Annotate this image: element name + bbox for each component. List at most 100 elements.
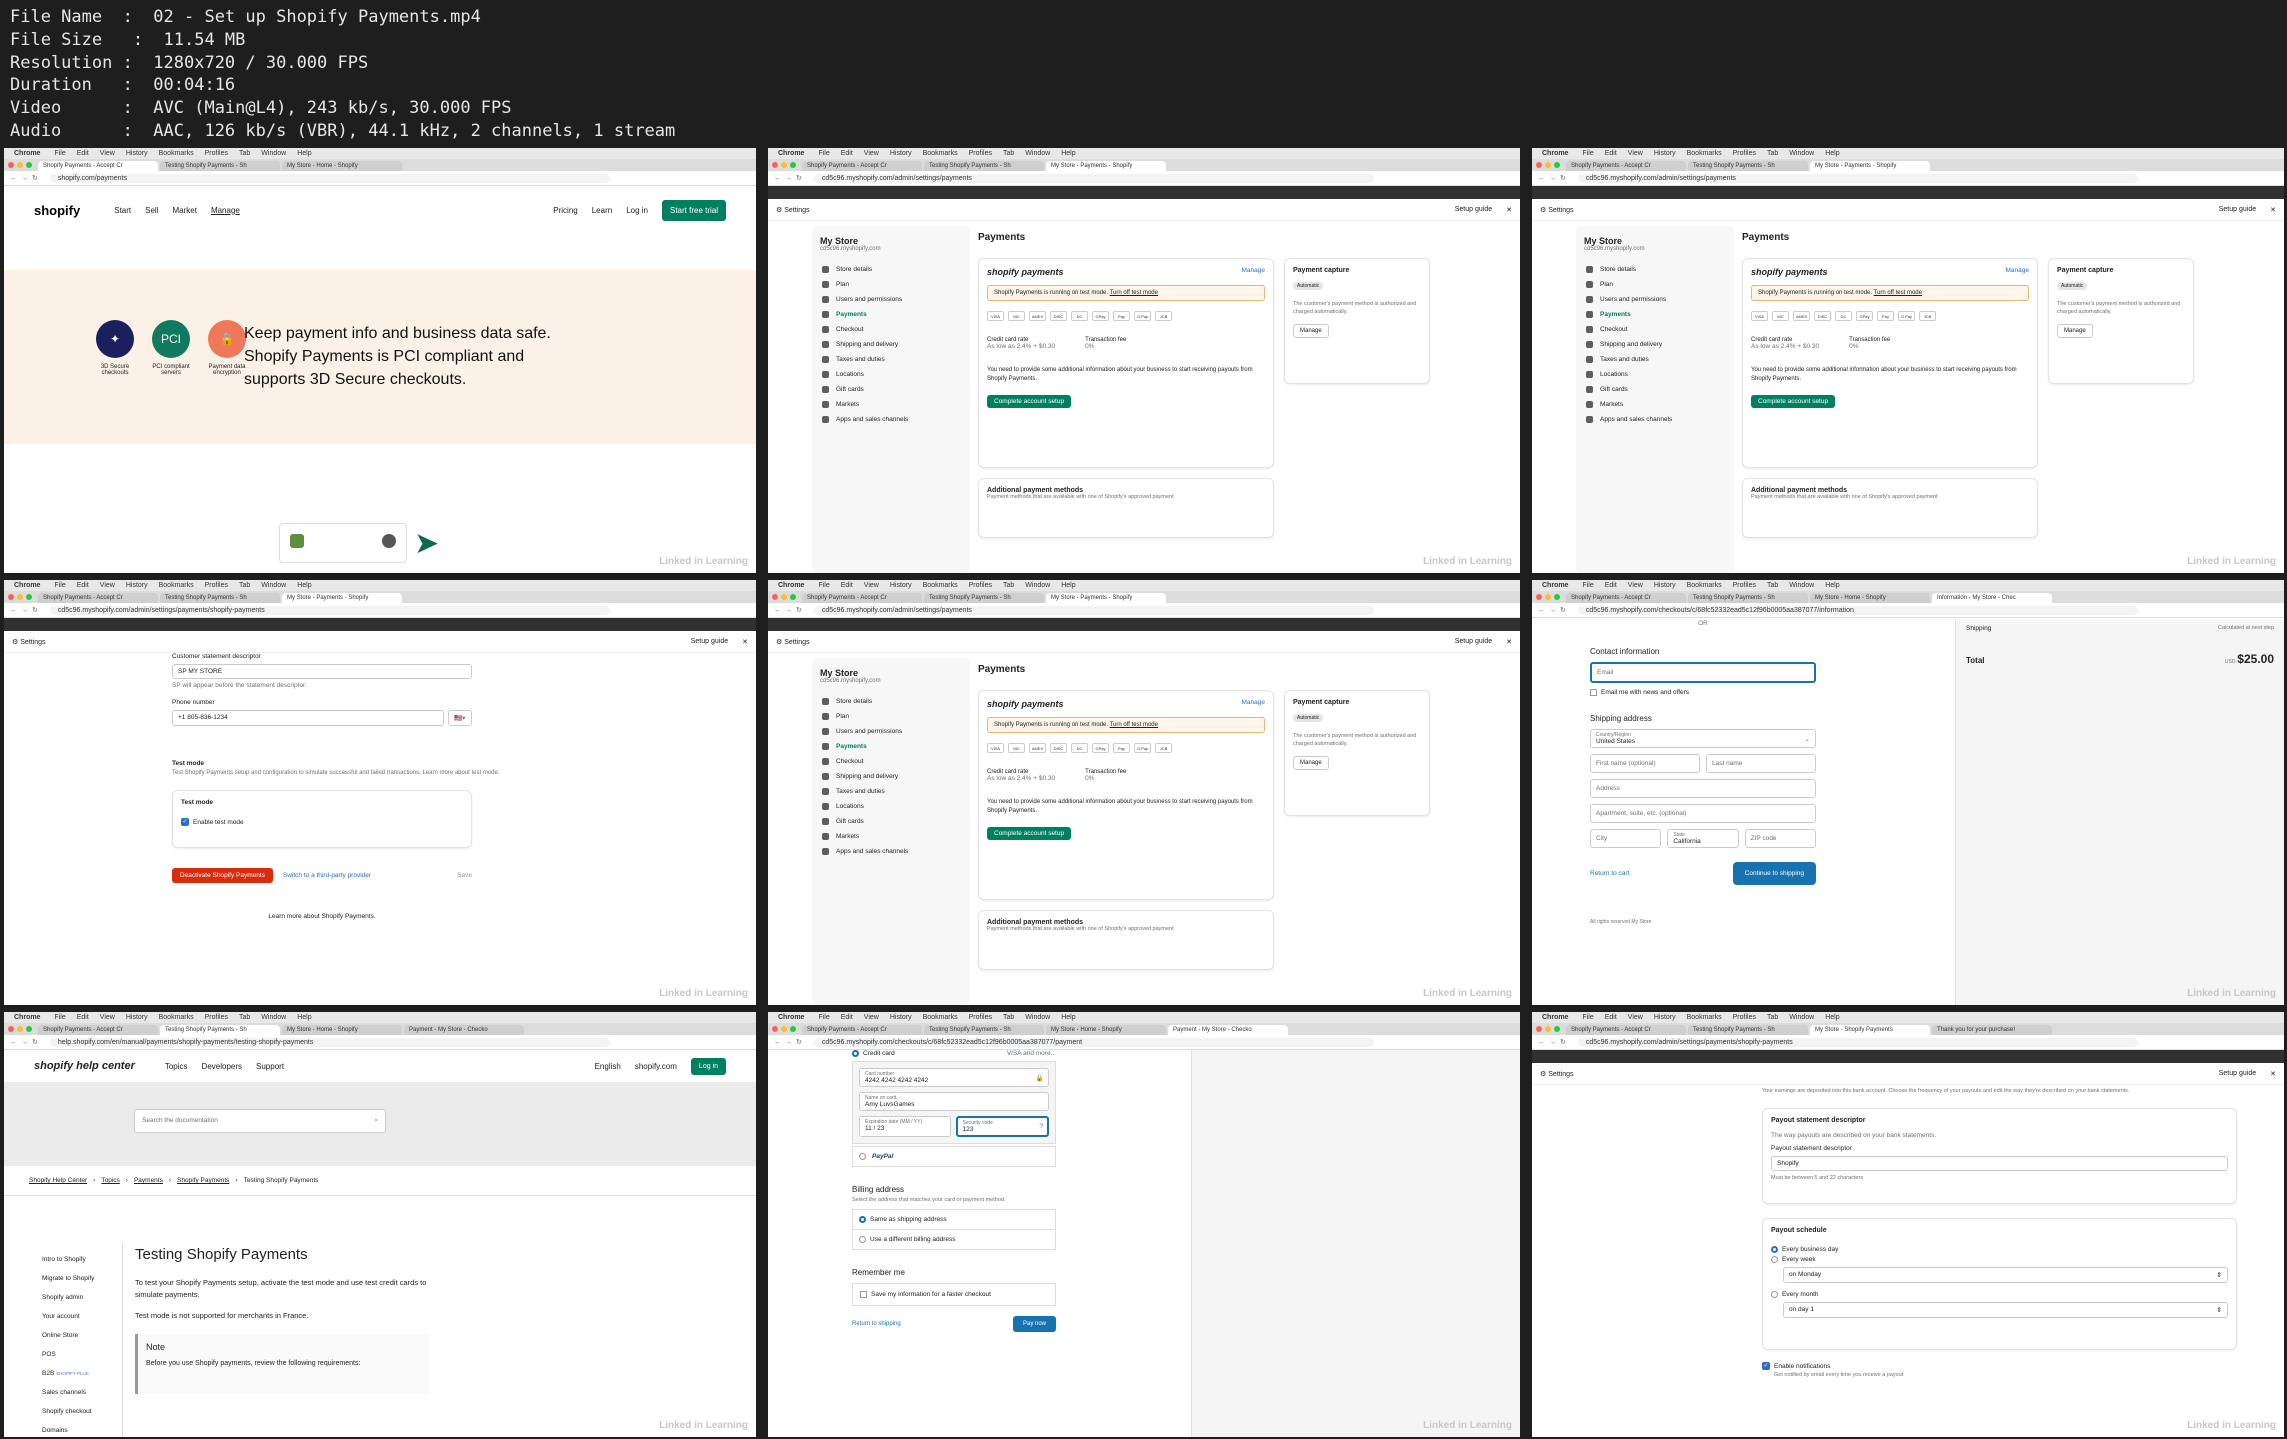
address-bar[interactable]: ←→↻ cd5c96.myshopify.com/admin/settings/p…: [768, 171, 1520, 186]
browser-tab[interactable]: Testing Shopify Payments - Sh: [160, 1025, 280, 1035]
learn-more-link[interactable]: Learn more about Shopify Payments.: [172, 913, 472, 920]
browser-tab[interactable]: Shopify Payments - Accept Cr: [802, 161, 922, 171]
sidebar-link[interactable]: POS: [42, 1345, 94, 1364]
browser-tab[interactable]: My Store - Payments - Shopify: [282, 593, 402, 603]
address-bar[interactable]: ←→↻ cd5c96.myshopify.com/admin/settings/p…: [1532, 1035, 2284, 1050]
browser-tab[interactable]: Testing Shopify Payments - Sh: [924, 1025, 1044, 1035]
language-select[interactable]: English: [595, 1062, 621, 1071]
sidebar-item[interactable]: Users and permissions: [1584, 292, 1726, 307]
first-name-field[interactable]: First name (optional): [1590, 754, 1700, 773]
flag-select-icon[interactable]: 🇺🇸▾: [448, 710, 472, 726]
shopify-logo[interactable]: shopify: [34, 203, 80, 218]
address-bar[interactable]: ←→↻ help.shopify.com/en/manual/payments/s…: [4, 1035, 756, 1050]
capture-manage-button[interactable]: Manage: [1293, 756, 1329, 770]
deactivate-button[interactable]: Deactivate Shopify Payments: [172, 868, 273, 883]
shopify-com-link[interactable]: shopify.com: [635, 1062, 677, 1071]
credit-card-radio[interactable]: Credit card VISA and more...: [852, 1050, 1056, 1057]
sidebar-item[interactable]: Taxes and duties: [820, 784, 962, 799]
browser-tab[interactable]: Testing Shopify Payments - Sh: [924, 593, 1044, 603]
browser-tab[interactable]: Shopify Payments - Accept Cr: [1566, 593, 1686, 603]
sidebar-item[interactable]: Taxes and duties: [1584, 352, 1726, 367]
setup-guide-link[interactable]: Setup guide: [2219, 206, 2256, 213]
sidebar-link[interactable]: Migrate to Shopify: [42, 1269, 94, 1288]
sidebar-item[interactable]: Apps and sales channels: [1584, 412, 1726, 427]
sidebar-item[interactable]: Gift cards: [1584, 382, 1726, 397]
close-icon[interactable]: ✕: [2270, 206, 2276, 214]
browser-tab[interactable]: My Store - Shopify Payments: [1810, 1025, 1930, 1035]
nav-link[interactable]: Support: [256, 1062, 284, 1071]
sidebar-item[interactable]: Shipping and delivery: [1584, 337, 1726, 352]
every-month-radio[interactable]: Every month: [1771, 1291, 2228, 1298]
manage-link[interactable]: Manage: [1242, 267, 1266, 277]
chat-widget[interactable]: [279, 523, 407, 563]
same-address-radio[interactable]: Same as shipping address: [853, 1210, 1055, 1230]
browser-tab[interactable]: Payment - My Store - Checko: [1168, 1025, 1288, 1035]
name-on-card-field[interactable]: Name on card Amy LuvsGames: [859, 1092, 1049, 1111]
apartment-field[interactable]: Apartment, suite, etc. (optional): [1590, 804, 1816, 823]
browser-tab[interactable]: My Store - Payments - Shopify: [1046, 161, 1166, 171]
complete-setup-button[interactable]: Complete account setup: [1751, 395, 1836, 408]
sidebar-item[interactable]: Apps and sales channels: [820, 844, 962, 859]
browser-tab[interactable]: Payment - My Store - Checko: [404, 1025, 524, 1035]
pay-now-button[interactable]: Pay now: [1012, 1316, 1056, 1332]
sidebar-item-payments[interactable]: Payments: [820, 739, 962, 754]
address-bar[interactable]: ←→↻ cd5c96.myshopify.com/admin/settings/p…: [768, 603, 1520, 618]
complete-setup-button[interactable]: Complete account setup: [987, 827, 1072, 840]
sidebar-item[interactable]: Users and permissions: [820, 292, 962, 307]
nav-link[interactable]: Log in: [626, 206, 648, 215]
browser-tab[interactable]: Shopify Payments - Accept Cr: [38, 593, 158, 603]
sidebar-item[interactable]: Markets: [820, 397, 962, 412]
different-address-radio[interactable]: Use a different billing address: [853, 1230, 1055, 1249]
browser-tab[interactable]: My Store - Home - Shopify: [282, 161, 402, 171]
sidebar-item[interactable]: Plan: [820, 709, 962, 724]
sidebar-link[interactable]: Intro to Shopify: [42, 1250, 94, 1269]
nav-link[interactable]: Market: [172, 206, 196, 215]
sidebar-item-payments[interactable]: Payments: [820, 307, 962, 322]
address-bar[interactable]: ←→↻ shopify.com/payments: [4, 171, 756, 186]
sidebar-link[interactable]: Shopify admin: [42, 1288, 94, 1307]
nav-link[interactable]: Start: [114, 206, 131, 215]
sidebar-item-payments[interactable]: Payments: [1584, 307, 1726, 322]
browser-tab[interactable]: Information - My Store - Chec: [1932, 593, 2052, 603]
browser-tab[interactable]: Testing Shopify Payments - Sh: [1688, 1025, 1808, 1035]
turn-off-test-link[interactable]: Turn off test mode: [1874, 290, 1922, 296]
browser-tab[interactable]: My Store - Home - Shopify: [1046, 1025, 1166, 1035]
nav-link[interactable]: Learn: [592, 206, 612, 215]
address-bar[interactable]: ←→↻ cd5c96.myshopify.com/checkouts/c/68fc…: [1532, 603, 2284, 618]
every-week-radio[interactable]: Every week: [1771, 1256, 2228, 1263]
browser-tab[interactable]: Shopify Payments - Accept Cr: [38, 1025, 158, 1035]
sidebar-link[interactable]: Online Store: [42, 1326, 94, 1345]
browser-tab[interactable]: Testing Shopify Payments - Sh: [160, 593, 280, 603]
sidebar-item[interactable]: Users and permissions: [820, 724, 962, 739]
zip-field[interactable]: ZIP code: [1744, 829, 1816, 848]
turn-off-test-link[interactable]: Turn off test mode: [1110, 722, 1158, 728]
browser-tab[interactable]: Testing Shopify Payments - Sh: [1688, 161, 1808, 171]
close-icon[interactable]: ✕: [1506, 206, 1512, 214]
browser-tab[interactable]: Shopify Payments - Accept Cr: [1566, 161, 1686, 171]
sidebar-link[interactable]: Your account: [42, 1307, 94, 1326]
browser-tab[interactable]: Shopify Payments - Accept Cr: [802, 593, 922, 603]
sidebar-item[interactable]: Apps and sales channels: [820, 412, 962, 427]
browser-tab[interactable]: Shopify Payments - Accept Cr: [38, 161, 158, 171]
sidebar-item[interactable]: Plan: [1584, 277, 1726, 292]
browser-tab[interactable]: Shopify Payments - Accept Cr: [1566, 1025, 1686, 1035]
nav-link[interactable]: Pricing: [553, 206, 577, 215]
card-number-field[interactable]: Card number 4242 4242 4242 4242 🔒: [859, 1068, 1049, 1087]
browser-tab[interactable]: Testing Shopify Payments - Sh: [924, 161, 1044, 171]
sidebar-item[interactable]: Checkout: [820, 754, 962, 769]
sidebar-item[interactable]: Gift cards: [820, 814, 962, 829]
sidebar-item[interactable]: Store details: [820, 694, 962, 709]
sidebar-item[interactable]: Markets: [820, 829, 962, 844]
sidebar-item[interactable]: Checkout: [820, 322, 962, 337]
address-field[interactable]: Address: [1590, 779, 1816, 798]
country-select[interactable]: Country/Region United States ⌄: [1590, 729, 1816, 748]
month-day-select[interactable]: on day 1 ⇕: [1783, 1302, 2228, 1318]
sidebar-item[interactable]: Store details: [820, 262, 962, 277]
save-info-checkbox[interactable]: Save my information for a faster checkou…: [852, 1283, 1056, 1306]
browser-tab[interactable]: Shopify Payments - Accept Cr: [802, 1025, 922, 1035]
week-day-select[interactable]: on Monday ⇕: [1783, 1267, 2228, 1283]
sidebar-item[interactable]: Gift cards: [820, 382, 962, 397]
manage-link[interactable]: Manage: [2006, 267, 2030, 277]
address-bar[interactable]: ←→↻ cd5c96.myshopify.com/admin/settings/p…: [4, 603, 756, 618]
sidebar-item[interactable]: Shipping and delivery: [820, 769, 962, 784]
